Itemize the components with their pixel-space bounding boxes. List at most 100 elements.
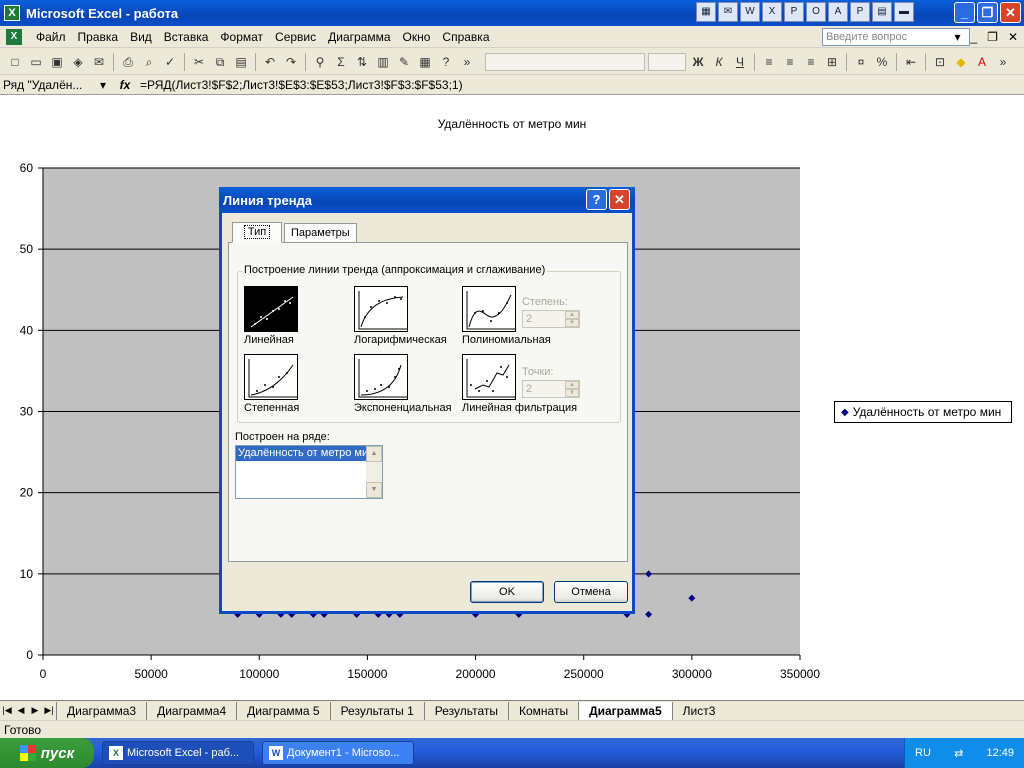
formula-input[interactable]: =РЯД(Лист3!$F$2;Лист3!$E$3:$E$53;Лист3!$… bbox=[140, 78, 463, 92]
function-icon[interactable]: fx bbox=[110, 78, 140, 92]
sheet-tab[interactable]: Лист3 bbox=[671, 701, 726, 720]
doc-minimize-button[interactable]: _ bbox=[970, 30, 977, 44]
decrease-indent-icon[interactable]: ⇤ bbox=[902, 53, 920, 71]
menu-window[interactable]: Окно bbox=[397, 30, 437, 44]
sheet-tab[interactable]: Комнаты bbox=[508, 701, 578, 720]
restore-button[interactable]: ❐ bbox=[977, 2, 998, 23]
permission-icon[interactable]: ◈ bbox=[69, 53, 87, 71]
zoom-icon[interactable]: ▦ bbox=[416, 53, 434, 71]
trend-polynomial-label[interactable]: Полиномиальная bbox=[462, 334, 551, 346]
menu-file[interactable]: Файл bbox=[30, 30, 72, 44]
copy-icon[interactable]: ⧉ bbox=[211, 53, 229, 71]
undo-icon[interactable]: ↶ bbox=[261, 53, 279, 71]
taskbar-item-word[interactable]: W Документ1 - Microso... bbox=[262, 741, 414, 765]
dialog-title-bar[interactable]: Линия тренда bbox=[219, 187, 635, 213]
sheet-tab[interactable]: Диаграмма 5 bbox=[236, 701, 329, 720]
spin-down-icon[interactable]: ▼ bbox=[565, 389, 579, 397]
excel-icon[interactable]: X bbox=[762, 2, 782, 22]
scroll-track[interactable] bbox=[366, 462, 382, 482]
paste-icon[interactable]: ▤ bbox=[232, 53, 250, 71]
powerpoint-icon[interactable]: P bbox=[784, 2, 804, 22]
new-icon[interactable]: □ bbox=[6, 53, 24, 71]
sheet-tab-active[interactable]: Диаграмма5 bbox=[578, 701, 672, 720]
series-listbox[interactable]: Удалённость от метро мин ▲ ▼ bbox=[235, 445, 383, 499]
degree-spinner-buttons[interactable]: ▲ ▼ bbox=[565, 311, 579, 327]
name-box[interactable]: Ряд "Удалён... ▾ bbox=[0, 76, 110, 94]
tab-first-icon[interactable]: |◀ bbox=[0, 705, 14, 716]
menu-format[interactable]: Формат bbox=[214, 30, 269, 44]
name-box-dropdown-icon[interactable]: ▾ bbox=[100, 76, 106, 94]
cut-icon[interactable]: ✂ bbox=[190, 53, 208, 71]
degree-spinner[interactable]: 2 ▲ ▼ bbox=[522, 310, 580, 328]
more-buttons-icon[interactable]: » bbox=[458, 53, 476, 71]
language-indicator[interactable]: RU bbox=[915, 747, 931, 759]
fill-color-icon[interactable]: ◆ bbox=[952, 53, 970, 71]
autosum-icon[interactable]: Σ bbox=[332, 53, 350, 71]
taskbar-item-excel[interactable]: X Microsoft Excel - раб... bbox=[102, 741, 254, 765]
borders-icon[interactable]: ⊡ bbox=[931, 53, 949, 71]
doc-dropdown-icon[interactable]: ▾ bbox=[954, 30, 960, 44]
toolbar-options-icon[interactable]: » bbox=[994, 53, 1012, 71]
trend-logarithmic-option[interactable] bbox=[354, 286, 408, 332]
sheet-tab[interactable]: Результаты bbox=[423, 701, 508, 720]
spin-up-icon[interactable]: ▲ bbox=[565, 311, 579, 319]
sheet-tab[interactable]: Диаграмма3 bbox=[56, 701, 146, 720]
start-button[interactable]: пуск bbox=[0, 738, 94, 768]
excel-doc-icon[interactable]: X bbox=[6, 28, 22, 45]
save-icon[interactable]: ▣ bbox=[48, 53, 66, 71]
merge-center-icon[interactable]: ⊞ bbox=[823, 53, 841, 71]
menu-edit[interactable]: Правка bbox=[72, 30, 125, 44]
menu-view[interactable]: Вид bbox=[124, 30, 158, 44]
monitor-icon[interactable]: ▬ bbox=[894, 2, 914, 22]
outlook-icon[interactable]: O bbox=[806, 2, 826, 22]
align-center-icon[interactable]: ≡ bbox=[781, 53, 799, 71]
doc-restore-button[interactable]: ❐ bbox=[987, 30, 998, 44]
sheet-tab[interactable]: Результаты 1 bbox=[329, 701, 424, 720]
hyperlink-icon[interactable]: ⚲ bbox=[311, 53, 329, 71]
period-spinner[interactable]: 2 ▲ ▼ bbox=[522, 380, 580, 398]
font-color-icon[interactable]: A bbox=[973, 53, 991, 71]
scroll-up-icon[interactable]: ▲ bbox=[366, 446, 382, 462]
sheet-tab[interactable]: Диаграмма4 bbox=[146, 701, 236, 720]
doc-close-button[interactable]: ✕ bbox=[1008, 30, 1018, 44]
app-tile-icon[interactable]: ▦ bbox=[696, 2, 716, 22]
print-icon[interactable]: ⎙ bbox=[119, 53, 137, 71]
italic-icon[interactable]: К bbox=[710, 53, 728, 71]
menu-insert[interactable]: Вставка bbox=[158, 30, 215, 44]
series-scrollbar[interactable]: ▲ ▼ bbox=[366, 446, 382, 498]
drawing-icon[interactable]: ✎ bbox=[395, 53, 413, 71]
publisher-icon[interactable]: P bbox=[850, 2, 870, 22]
scroll-down-icon[interactable]: ▼ bbox=[366, 482, 382, 498]
menu-help[interactable]: Справка bbox=[436, 30, 495, 44]
menu-tools[interactable]: Сервис bbox=[269, 30, 322, 44]
open-icon[interactable]: ▭ bbox=[27, 53, 45, 71]
trend-polynomial-option[interactable] bbox=[462, 286, 516, 332]
folder-icon[interactable]: ▤ bbox=[872, 2, 892, 22]
tab-last-icon[interactable]: ▶| bbox=[42, 705, 56, 716]
series-list-item[interactable]: Удалённость от метро мин bbox=[236, 446, 366, 461]
align-right-icon[interactable]: ≡ bbox=[802, 53, 820, 71]
chart-legend[interactable]: ◆ Удалённость от метро мин bbox=[834, 401, 1012, 423]
word-icon[interactable]: W bbox=[740, 2, 760, 22]
dialog-close-button[interactable]: ✕ bbox=[609, 189, 630, 210]
help-search-input[interactable]: Введите вопрос bbox=[822, 28, 970, 46]
trend-moving-average-option[interactable] bbox=[462, 354, 516, 400]
currency-icon[interactable]: ¤ bbox=[852, 53, 870, 71]
trend-logarithmic-label[interactable]: Логарифмическая bbox=[354, 334, 447, 346]
ok-button[interactable]: OK bbox=[470, 581, 544, 603]
tab-parameters[interactable]: Параметры bbox=[284, 223, 357, 243]
align-left-icon[interactable]: ≡ bbox=[760, 53, 778, 71]
tab-next-icon[interactable]: ▶ bbox=[28, 705, 42, 716]
font-name-dropdown[interactable] bbox=[485, 52, 645, 71]
print-preview-icon[interactable]: ⌕ bbox=[140, 53, 158, 71]
sort-icon[interactable]: ⇅ bbox=[353, 53, 371, 71]
help-icon[interactable]: ? bbox=[437, 53, 455, 71]
access-icon[interactable]: A bbox=[828, 2, 848, 22]
trend-linear-option[interactable] bbox=[244, 286, 298, 332]
dialog-help-button[interactable]: ? bbox=[586, 189, 607, 210]
tab-type[interactable]: Тип bbox=[232, 222, 282, 243]
chart-wizard-icon[interactable]: ▥ bbox=[374, 53, 392, 71]
period-spinner-buttons[interactable]: ▲ ▼ bbox=[565, 381, 579, 397]
trend-exponential-option[interactable] bbox=[354, 354, 408, 400]
close-button[interactable]: ✕ bbox=[1000, 2, 1021, 23]
